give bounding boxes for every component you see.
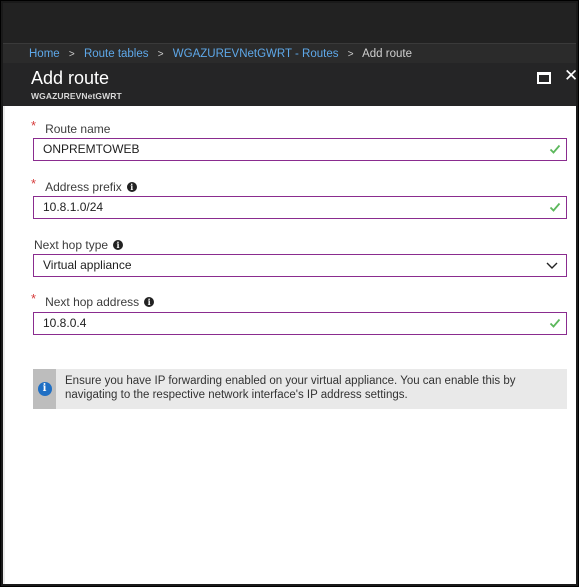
route-name-input[interactable]: ONPREMTOWEB <box>33 138 567 161</box>
route-name-label: * Route name <box>31 118 111 136</box>
breadcrumb-separator: > <box>157 49 164 60</box>
blade-subtitle: WGAZUREVNetGWRT <box>31 91 122 101</box>
breadcrumb-separator: > <box>347 49 354 60</box>
breadcrumb-home[interactable]: Home <box>29 48 60 60</box>
info-icon[interactable]: i <box>126 181 137 192</box>
blade-title: Add route <box>31 68 110 88</box>
next-hop-type-select[interactable]: Virtual appliance <box>33 254 567 277</box>
breadcrumb: Home > Route tables > WGAZUREVNetGWRT - … <box>3 43 576 63</box>
info-icon[interactable]: i <box>113 240 124 250</box>
next-hop-address-label-text: Next hop address <box>45 294 140 309</box>
divider <box>3 106 5 584</box>
maximize-icon[interactable] <box>537 72 551 84</box>
notice-line: navigating to the respective network int… <box>65 389 408 401</box>
breadcrumb-routes[interactable]: WGAZUREVNetGWRT - Routes <box>173 48 339 60</box>
portal-top-bar <box>3 3 576 43</box>
check-icon <box>549 318 561 328</box>
next-hop-type-label-text: Next hop type <box>34 238 109 252</box>
blade-header: Add route WGAZUREVNetGWRT ✕ <box>3 63 576 106</box>
notice-line: Ensure you have IP forwarding enabled on… <box>65 375 516 387</box>
required-marker: * <box>31 176 37 191</box>
next-hop-type-value: Virtual appliance <box>43 258 132 272</box>
info-circle-icon: i <box>37 382 52 396</box>
required-marker: * <box>31 118 37 133</box>
notice-text: Ensure you have IP forwarding enabled on… <box>56 369 524 409</box>
chevron-down-icon <box>546 262 558 269</box>
ip-forwarding-notice: i Ensure you have IP forwarding enabled … <box>33 369 567 409</box>
address-prefix-label: * Address prefix i <box>31 176 137 194</box>
route-name-label-text: Route name <box>45 121 111 136</box>
close-icon[interactable]: ✕ <box>564 66 576 86</box>
blade-content: * Route name ONPREMTOWEB * Address prefi… <box>3 106 577 586</box>
breadcrumb-current: Add route <box>362 48 412 60</box>
required-marker: * <box>31 291 37 306</box>
address-prefix-input[interactable]: 10.8.1.0/24 <box>33 196 567 219</box>
next-hop-address-label: * Next hop address i <box>31 291 155 309</box>
address-prefix-label-text: Address prefix <box>45 179 122 194</box>
route-name-value: ONPREMTOWEB <box>43 142 140 156</box>
check-icon <box>549 202 561 212</box>
address-prefix-value: 10.8.1.0/24 <box>43 200 104 214</box>
next-hop-type-label: Next hop type i <box>34 238 124 252</box>
check-icon <box>549 144 561 154</box>
breadcrumb-separator: > <box>68 49 75 60</box>
next-hop-address-value: 10.8.0.4 <box>43 316 87 330</box>
notice-icon-strip: i <box>33 369 56 409</box>
divider <box>576 106 577 586</box>
next-hop-address-input[interactable]: 10.8.0.4 <box>33 312 567 335</box>
info-icon[interactable]: i <box>144 296 155 307</box>
portal-window: Home > Route tables > WGAZUREVNetGWRT - … <box>1 1 578 586</box>
breadcrumb-route-tables[interactable]: Route tables <box>84 48 149 60</box>
